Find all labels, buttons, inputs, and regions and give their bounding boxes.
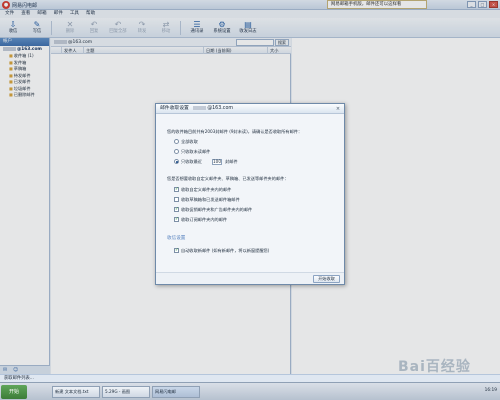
checkbox-auto-receive-label: 自动收取新邮件 (如有新邮件，将以新窗提醒您) — [181, 247, 270, 253]
dialog-account: @163.com — [207, 106, 234, 111]
checkbox-subscriptions-label: 收取订阅邮件夹内的邮件 — [181, 216, 228, 222]
folder-prompt: 您是否想要收取自定义邮件夹、草稿箱、已发送等邮件夹的邮件： — [167, 176, 289, 181]
dialog-body: 您的收件箱目前共有2003封邮件 (9封未读)，请确认是否收取所有邮件： 全部收… — [156, 114, 344, 274]
radio-receive-unread-label: 只收取未读邮件 — [181, 148, 211, 154]
checkbox-subscriptions[interactable]: ✓ — [174, 217, 179, 222]
receive-prompt: 您的收件箱目前共有2003封邮件 (9封未读)，请确认是否收取所有邮件： — [167, 129, 303, 134]
checkbox-auto-receive[interactable]: ✓ — [174, 248, 179, 253]
radio-receive-unread[interactable] — [174, 149, 179, 154]
dialog-title: 邮件收取设置 — [160, 106, 189, 111]
dialog-close-icon[interactable]: × — [335, 106, 341, 112]
dialog-footer: 开始收取 — [156, 272, 344, 284]
checkbox-promo-ads[interactable]: ✓ — [174, 207, 179, 212]
dialog-title-bar: 邮件收取设置 @163.com × — [156, 104, 344, 114]
radio-receive-all[interactable] — [174, 139, 179, 144]
recent-count-input[interactable]: 100 — [212, 158, 222, 165]
receive-settings-dialog: 邮件收取设置 @163.com × 您的收件箱目前共有2003封邮件 (9封未读… — [155, 103, 345, 285]
task-mail-client[interactable]: 网易闪电邮 — [152, 386, 200, 398]
checkbox-custom-folders-label: 收取自定义邮件夹内的邮件 — [181, 186, 232, 192]
checkbox-drafts-sent-label: 收取草稿箱和已发送邮件箱邮件 — [181, 196, 240, 202]
task-notepad[interactable]: 新建 文本文档.txt — [52, 386, 100, 398]
checkbox-custom-folders[interactable]: ✓ — [174, 187, 179, 192]
start-receive-button[interactable]: 开始收取 — [313, 275, 340, 283]
checkbox-promo-ads-label: 收取促销邮件夹和广告邮件夹内的邮件 — [181, 206, 253, 212]
task-paint[interactable]: 5.29G - 画图 — [102, 386, 150, 398]
checkbox-drafts-sent[interactable] — [174, 197, 179, 202]
start-button[interactable]: 开始 — [1, 385, 27, 399]
recent-count-suffix: 封邮件 — [225, 158, 238, 164]
baidu-jingyan-watermark: Bai百经验 — [398, 359, 471, 375]
redacted-username — [193, 105, 207, 110]
os-taskbar: 开始 新建 文本文档.txt 5.29G - 画图 网易闪电邮 16:19 — [0, 382, 500, 400]
radio-receive-recent[interactable] — [174, 159, 179, 164]
auto-receive-section-title: 收信设置 — [167, 236, 186, 241]
radio-receive-recent-label: 只收取最近 — [181, 158, 202, 164]
taskbar-clock: 16:19 — [484, 388, 497, 393]
radio-receive-all-label: 全部收取 — [181, 138, 198, 144]
